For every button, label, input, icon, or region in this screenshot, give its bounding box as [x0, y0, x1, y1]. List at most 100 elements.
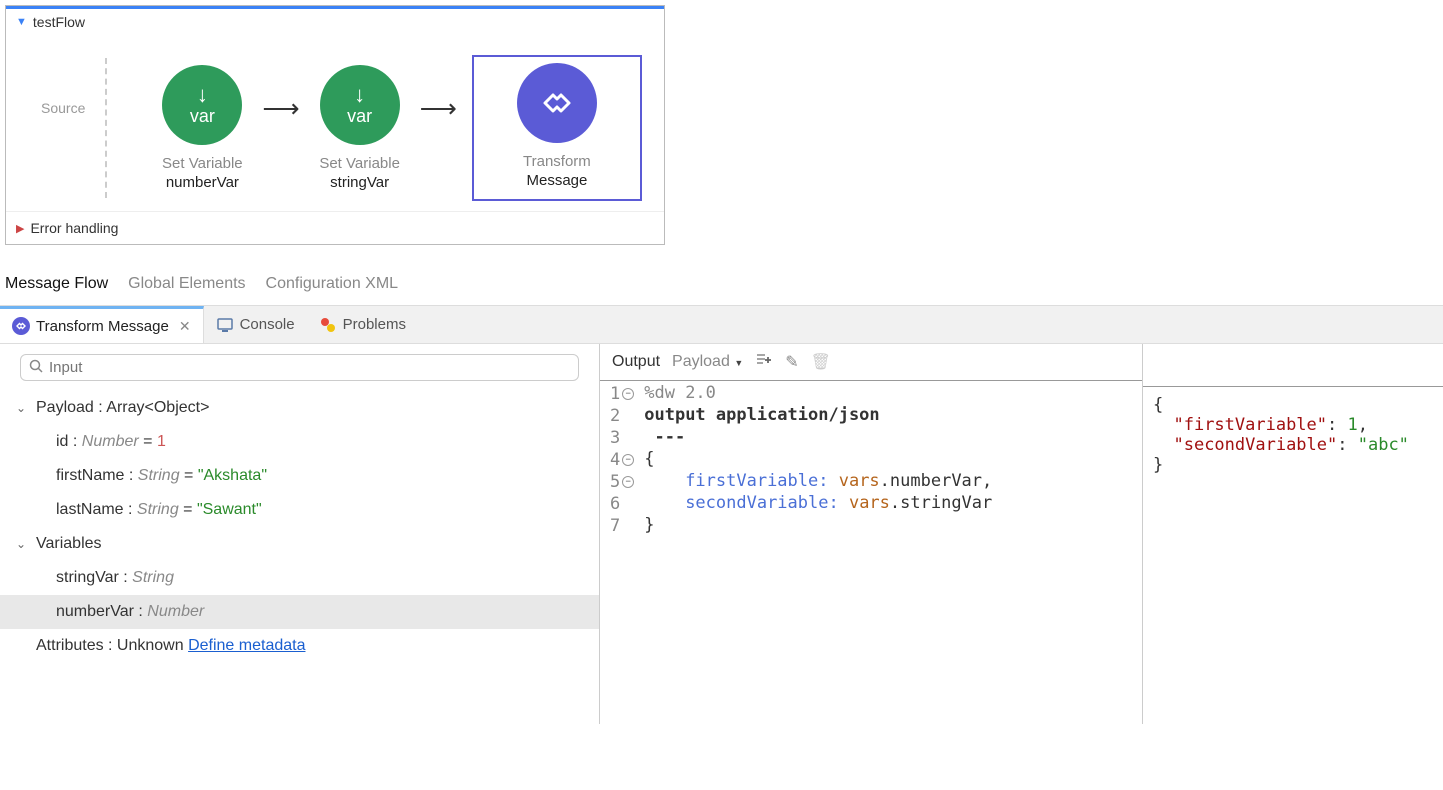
define-metadata-link[interactable]: Define metadata	[188, 637, 305, 654]
output-target-label: Payload	[672, 353, 730, 370]
collapse-triangle-icon[interactable]: ▼	[16, 16, 27, 28]
tab-configuration-xml[interactable]: Configuration XML	[266, 275, 399, 293]
variable-stringvar[interactable]: stringVar : String	[0, 561, 599, 595]
flow-source[interactable]: Source	[21, 58, 107, 198]
flow-name: testFlow	[33, 14, 85, 30]
field-name: lastName :	[56, 501, 137, 518]
preview-panel: { "firstVariable": 1, "secondVariable": …	[1143, 386, 1443, 724]
search-icon	[29, 359, 43, 376]
chevron-down-icon[interactable]: ⌄	[16, 537, 30, 551]
flow-nodes: ↓ var Set Variable numberVar ⟶ ↓ var Set…	[107, 55, 642, 201]
code-editor[interactable]: 1− 2 3 4− 5− 6 7 %dw 2.0 output applicat…	[600, 380, 1142, 537]
field-name: id :	[56, 433, 82, 450]
var-type: String	[132, 569, 174, 586]
json-key: "firstVariable"	[1173, 415, 1327, 435]
field-eq: =	[139, 433, 157, 450]
flow-node-set-variable-2[interactable]: ↓ var Set Variable stringVar	[295, 65, 425, 191]
edit-icon[interactable]: ✎	[785, 352, 798, 372]
var-name: stringVar :	[56, 569, 132, 586]
flow-node-set-variable-1[interactable]: ↓ var Set Variable numberVar	[137, 65, 267, 191]
field-type: Number	[82, 433, 139, 450]
code-token: .numberVar,	[880, 471, 993, 491]
variable-numbervar[interactable]: numberVar : Number	[0, 595, 599, 629]
bottom-panel-tabs: Transform Message ✕ Console Problems	[0, 306, 1443, 344]
json-key: "secondVariable"	[1173, 435, 1337, 455]
node-label: Transform	[523, 153, 591, 170]
field-eq: =	[180, 467, 198, 484]
arrow-icon: ⟶	[420, 93, 457, 124]
set-variable-icon: ↓ var	[320, 65, 400, 145]
payload-field-firstname[interactable]: firstName : String = "Akshata"	[0, 459, 599, 493]
code-token: secondVariable:	[644, 493, 849, 513]
input-search-field[interactable]	[49, 359, 570, 376]
tab-console[interactable]: Console	[204, 306, 307, 343]
problems-icon	[319, 316, 337, 334]
payload-label: Payload :	[36, 399, 106, 416]
flow-header[interactable]: ▼ testFlow	[6, 6, 664, 35]
error-handling-section[interactable]: ▶ Error handling	[6, 211, 664, 244]
add-target-icon[interactable]	[755, 352, 773, 372]
output-label: Output	[612, 353, 660, 371]
node-name: stringVar	[330, 174, 389, 191]
node-name: numberVar	[166, 174, 239, 191]
tab-global-elements[interactable]: Global Elements	[128, 275, 245, 293]
node-name: Message	[526, 172, 587, 189]
preview-line: "firstVariable": 1,	[1153, 415, 1433, 435]
payload-field-id[interactable]: id : Number = 1	[0, 425, 599, 459]
delete-icon[interactable]: 🗑	[811, 352, 831, 372]
attributes-node[interactable]: Attributes : Unknown Define metadata	[0, 629, 599, 663]
code-content[interactable]: %dw 2.0 output application/json --- { fi…	[638, 381, 992, 537]
field-value: "Sawant"	[197, 501, 262, 518]
json-value: 1	[1348, 415, 1358, 435]
code-line: {	[644, 449, 992, 471]
input-panel: ⌄ Payload : Array<Object> id : Number = …	[0, 344, 600, 724]
field-type: String	[138, 467, 180, 484]
code-line: %dw 2.0	[644, 383, 716, 403]
flow-node-transform-message[interactable]: Transform Message	[472, 55, 642, 201]
flow-body: Source ↓ var Set Variable numberVar ⟶ ↓ …	[6, 35, 664, 211]
field-value: 1	[157, 433, 166, 450]
input-tree: ⌄ Payload : Array<Object> id : Number = …	[0, 391, 599, 663]
transform-message-icon	[12, 317, 30, 335]
node-label: Set Variable	[162, 155, 243, 172]
fold-icon[interactable]: −	[622, 388, 634, 400]
preview-line: {	[1153, 395, 1433, 415]
field-type: String	[137, 501, 179, 518]
attributes-label: Attributes : Unknown	[36, 637, 188, 654]
output-header: Output Payload ▼ ✎ 🗑	[600, 344, 1142, 380]
code-token: vars	[849, 493, 890, 513]
tab-transform-message[interactable]: Transform Message ✕	[0, 306, 204, 343]
dropdown-triangle-icon: ▼	[734, 358, 743, 368]
tab-problems[interactable]: Problems	[307, 306, 418, 343]
code-token: vars	[839, 471, 880, 491]
var-type: Number	[147, 603, 204, 620]
output-code-panel: Output Payload ▼ ✎ 🗑 1− 2 3 4− 5− 6 7	[600, 344, 1143, 724]
flow-canvas: ▼ testFlow Source ↓ var Set Variable num…	[5, 5, 665, 245]
code-token: .stringVar	[890, 493, 992, 513]
field-name: firstName :	[56, 467, 138, 484]
tab-label: Transform Message	[36, 318, 169, 335]
output-target-dropdown[interactable]: Payload ▼	[672, 353, 743, 371]
variables-node[interactable]: ⌄ Variables	[0, 527, 599, 561]
console-icon	[216, 316, 234, 334]
json-value: "abc"	[1358, 435, 1409, 455]
tab-message-flow[interactable]: Message Flow	[5, 275, 108, 293]
flow-source-label: Source	[41, 100, 85, 116]
input-search[interactable]	[20, 354, 579, 381]
chevron-down-icon[interactable]: ⌄	[16, 401, 30, 415]
field-value: "Akshata"	[198, 467, 267, 484]
error-handling-label: Error handling	[30, 220, 118, 236]
code-line: output application/json	[644, 405, 992, 427]
expand-triangle-icon[interactable]: ▶	[16, 222, 24, 235]
set-variable-icon: ↓ var	[162, 65, 242, 145]
code-line: ---	[644, 427, 992, 449]
line-gutter: 1− 2 3 4− 5− 6 7	[600, 381, 638, 537]
close-icon[interactable]: ✕	[179, 318, 191, 335]
payload-node[interactable]: ⌄ Payload : Array<Object>	[0, 391, 599, 425]
preview-line: }	[1153, 455, 1433, 475]
payload-field-lastname[interactable]: lastName : String = "Sawant"	[0, 493, 599, 527]
fold-icon[interactable]: −	[622, 476, 634, 488]
editor-view-tabs: Message Flow Global Elements Configurati…	[0, 275, 1443, 306]
node-label: Set Variable	[319, 155, 400, 172]
fold-icon[interactable]: −	[622, 454, 634, 466]
